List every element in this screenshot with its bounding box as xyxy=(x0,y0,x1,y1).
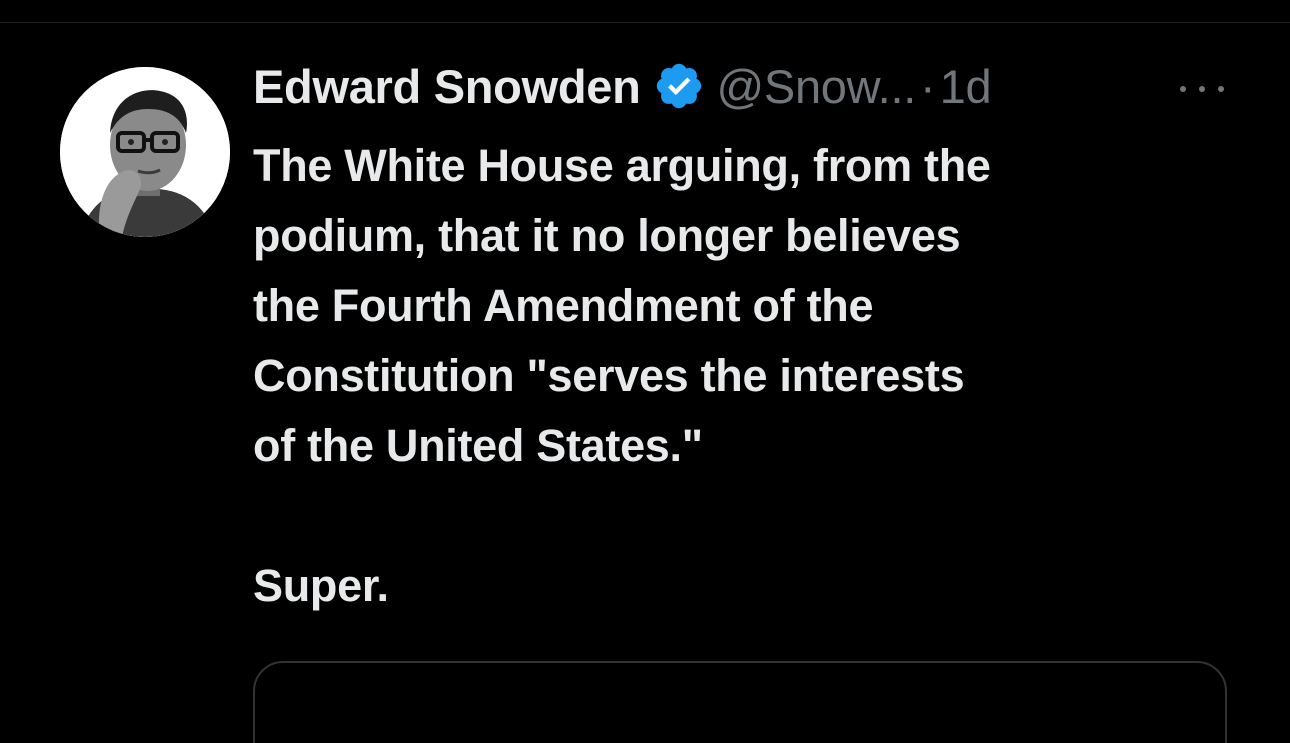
timestamp[interactable]: 1d xyxy=(940,59,992,114)
tweet-text-line: of the United States." xyxy=(253,420,703,471)
paragraph-break xyxy=(253,481,1243,551)
tweet-text-line: Constitution "serves the interests xyxy=(253,350,965,401)
tweet-header: Edward Snowden @Snow... · 1d xyxy=(253,53,992,119)
tweet-text-line: Super. xyxy=(253,560,389,611)
tweet-text-line: the Fourth Amendment of the xyxy=(253,280,874,331)
more-options-button[interactable] xyxy=(1180,79,1224,99)
ellipsis-horizontal-icon-dot xyxy=(1199,86,1205,92)
handle[interactable]: @Snow... xyxy=(717,59,917,114)
tweet-text: The White House arguing, from the podium… xyxy=(253,131,1243,621)
verified-badge-icon[interactable] xyxy=(653,60,705,112)
embedded-card[interactable] xyxy=(253,661,1227,743)
avatar-photo xyxy=(60,67,230,237)
separator-dot: · xyxy=(919,59,936,113)
display-name[interactable]: Edward Snowden xyxy=(253,59,641,114)
ellipsis-horizontal-icon-dot xyxy=(1180,86,1186,92)
avatar[interactable] xyxy=(60,67,230,237)
ellipsis-horizontal-icon-dot xyxy=(1218,86,1224,92)
tweet-text-line: podium, that it no longer believes xyxy=(253,210,961,261)
tweet-text-line: The White House arguing, from the xyxy=(253,140,991,191)
tweet[interactable]: Edward Snowden @Snow... · 1d The White H… xyxy=(0,23,1290,743)
